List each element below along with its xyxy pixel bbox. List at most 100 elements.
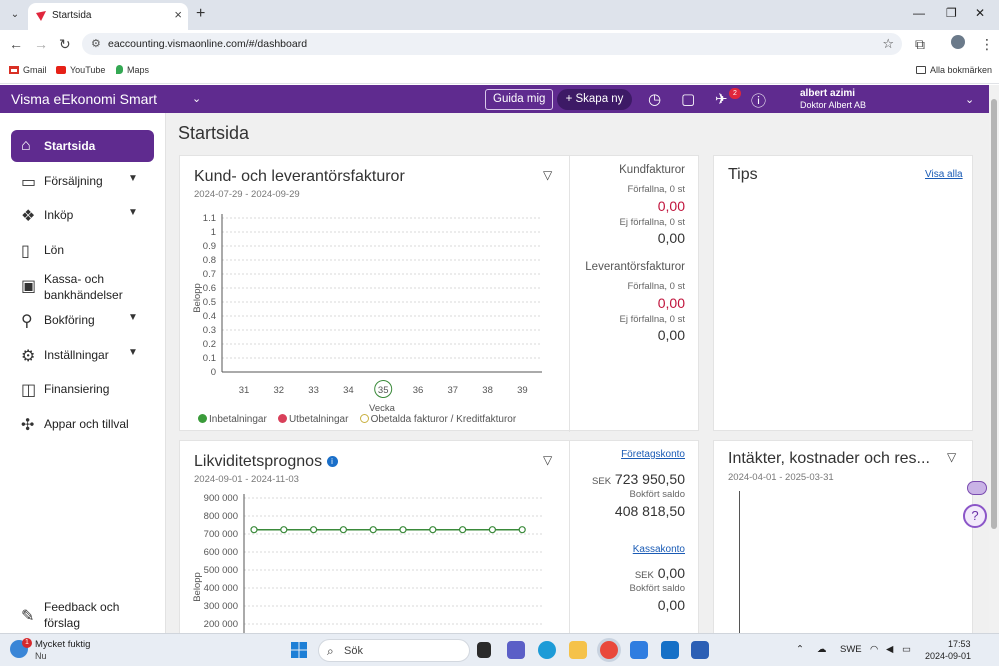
sidebar-item-label: Lön [44, 243, 65, 257]
sidebar-item-label: Inköp [44, 208, 74, 222]
sales-icon: ▭ [21, 174, 37, 191]
reload-icon[interactable]: ↻ [59, 36, 71, 53]
mail-icon[interactable] [661, 641, 679, 659]
sidebar-item-finansiering[interactable]: ◫ Finansiering [11, 373, 154, 405]
y-tick-label: 500 000 [204, 565, 238, 576]
help-icon[interactable]: ⓘ [751, 90, 766, 111]
forecast-point [339, 526, 347, 534]
bookmark-gmail[interactable]: Gmail [9, 65, 47, 75]
company-name[interactable]: Doktor Albert AB [800, 100, 866, 110]
bookmark-star-icon[interactable]: ☆ [882, 36, 894, 52]
invoices-date-range: 2024-07-29 - 2024-09-29 [194, 189, 300, 200]
file-explorer-icon[interactable] [569, 641, 587, 659]
legend-item-inbetalningar[interactable]: Inbetalningar [198, 414, 267, 425]
forward-arrow-icon[interactable]: → [34, 36, 48, 52]
chevron-down-icon: ▼ [128, 312, 138, 323]
sidebar-item-lon[interactable]: ▯ Lön [11, 234, 154, 266]
timer-icon[interactable]: ◷ [648, 90, 661, 108]
legend-item-utbetalningar[interactable]: Utbetalningar [277, 414, 348, 425]
guide-me-button[interactable]: Guida mig [485, 89, 554, 110]
rocket-icon[interactable]: ✈ [715, 90, 728, 108]
salary-icon: ▯ [21, 243, 30, 260]
forecast-point [488, 526, 496, 534]
chevron-down-icon[interactable]: ⌄ [192, 92, 201, 105]
browser-tab-startsida[interactable]: Startsida × [28, 3, 188, 30]
new-tab-icon[interactable]: + [196, 5, 205, 23]
address-bar[interactable]: ⚙ eaccounting.vismaonline.com/#/dashboar… [82, 33, 902, 55]
filter-icon[interactable]: ▽ [543, 453, 552, 467]
chevron-down-icon[interactable]: ⌄ [965, 93, 974, 106]
sidebar-item-startsida[interactable]: ⌂ Startsida [11, 130, 154, 162]
sidebar-item-inkop[interactable]: ❖ Inköp ▼ [11, 199, 154, 231]
language-indicator[interactable]: SWE [840, 644, 862, 655]
assistant-bot-icon[interactable] [967, 481, 987, 495]
url-text[interactable]: eaccounting.vismaonline.com/#/dashboard [108, 38, 307, 50]
forecast-point [399, 526, 407, 534]
help-question-icon[interactable]: ? [963, 504, 987, 528]
bookmark-youtube[interactable]: YouTube [56, 65, 105, 75]
weather-sub[interactable]: Nu [35, 651, 47, 661]
taskview-icon[interactable] [477, 642, 491, 658]
store-icon[interactable] [630, 641, 648, 659]
edge-icon[interactable] [538, 641, 556, 659]
weather-title[interactable]: Mycket fuktig [35, 639, 90, 650]
forecast-point [518, 526, 526, 534]
scrollbar-thumb[interactable] [991, 99, 997, 529]
cloud-icon[interactable]: ☁ [817, 644, 827, 655]
page-scrollbar[interactable] [989, 85, 999, 633]
cash-account-link[interactable]: Kassakonto [633, 544, 685, 555]
chrome-icon[interactable] [600, 641, 618, 659]
chat-icon[interactable]: ▢ [681, 90, 695, 108]
info-icon[interactable]: i [326, 456, 338, 467]
x-tick-label: 32 [274, 385, 285, 396]
window-close-icon[interactable]: ✕ [975, 6, 985, 20]
clock-date[interactable]: 2024-09-01 [925, 651, 971, 661]
brand-title[interactable]: Visma eEkonomi Smart [11, 91, 157, 107]
sidebar-item-kassa-bank[interactable]: ▣ Kassa- och bankhändelser [11, 269, 154, 302]
profile-avatar[interactable] [951, 35, 965, 49]
x-tick-label: 31 [239, 385, 250, 396]
y-tick-label: 0.4 [203, 311, 216, 322]
all-bookmarks[interactable]: Alla bokmärken [916, 65, 992, 75]
windows-start-icon[interactable] [291, 642, 307, 658]
site-settings-icon[interactable]: ⚙ [91, 37, 101, 50]
minimize-icon[interactable]: — [913, 6, 925, 20]
extensions-icon[interactable]: ⧉ [915, 36, 925, 53]
restore-icon[interactable]: ❐ [946, 6, 957, 20]
wifi-icon[interactable]: ◠ [870, 644, 878, 655]
volume-icon[interactable]: ◀ [886, 644, 893, 655]
x-tick-label: 37 [448, 385, 459, 396]
sidebar-item-installningar[interactable]: ⚙ Inställningar ▼ [11, 339, 154, 371]
bookmark-maps[interactable]: Maps [116, 65, 149, 75]
create-new-button[interactable]: + Skapa ny [557, 89, 632, 110]
close-icon[interactable]: × [174, 7, 182, 22]
filter-icon[interactable]: ▽ [543, 168, 552, 182]
teams-icon[interactable] [507, 641, 525, 659]
chevron-down-icon: ▼ [128, 347, 138, 358]
word-icon[interactable] [691, 641, 709, 659]
tray-chevron-icon[interactable]: ⌃ [796, 644, 804, 655]
back-arrow-icon[interactable]: ← [9, 36, 23, 52]
company-account-link[interactable]: Företagskonto [621, 449, 685, 460]
user-name[interactable]: albert azimi [800, 88, 855, 99]
clock-time[interactable]: 17:53 [948, 639, 971, 649]
sidebar-item-bokforing[interactable]: ⚲ Bokföring ▼ [11, 304, 154, 336]
sidebar-item-feedback[interactable]: ✎ Feedback och förslag [11, 597, 154, 633]
sidebar-item-label: Kassa- och bankhändelser [44, 272, 123, 302]
y-tick-label: 0.7 [203, 269, 216, 280]
browser-menu-icon[interactable]: ⋮ [980, 36, 994, 53]
show-all-link[interactable]: Visa alla [925, 169, 963, 180]
supplier-notdue-label: Ej förfallna, 0 st [619, 314, 685, 325]
sidebar-item-label: Försäljning [44, 174, 103, 188]
taskbar-search[interactable]: ⌕ Sök [318, 639, 470, 662]
filter-icon[interactable]: ▽ [947, 450, 956, 464]
y-tick-label: 900 000 [204, 493, 238, 504]
sidebar-item-appar[interactable]: ✣ Appar och tillval [11, 408, 154, 440]
sidebar-item-forsaljning[interactable]: ▭ Försäljning ▼ [11, 165, 154, 197]
tab-list-chevron-icon[interactable]: ⌄ [6, 6, 24, 24]
battery-icon[interactable]: ▭ [902, 644, 911, 655]
y-tick-label: 0.8 [203, 255, 216, 266]
y-tick-label: 1.1 [203, 213, 216, 224]
legend-item-obetalda[interactable]: Obetalda fakturor / Kreditfakturor [359, 414, 516, 425]
weather-badge: 1 [22, 638, 32, 648]
